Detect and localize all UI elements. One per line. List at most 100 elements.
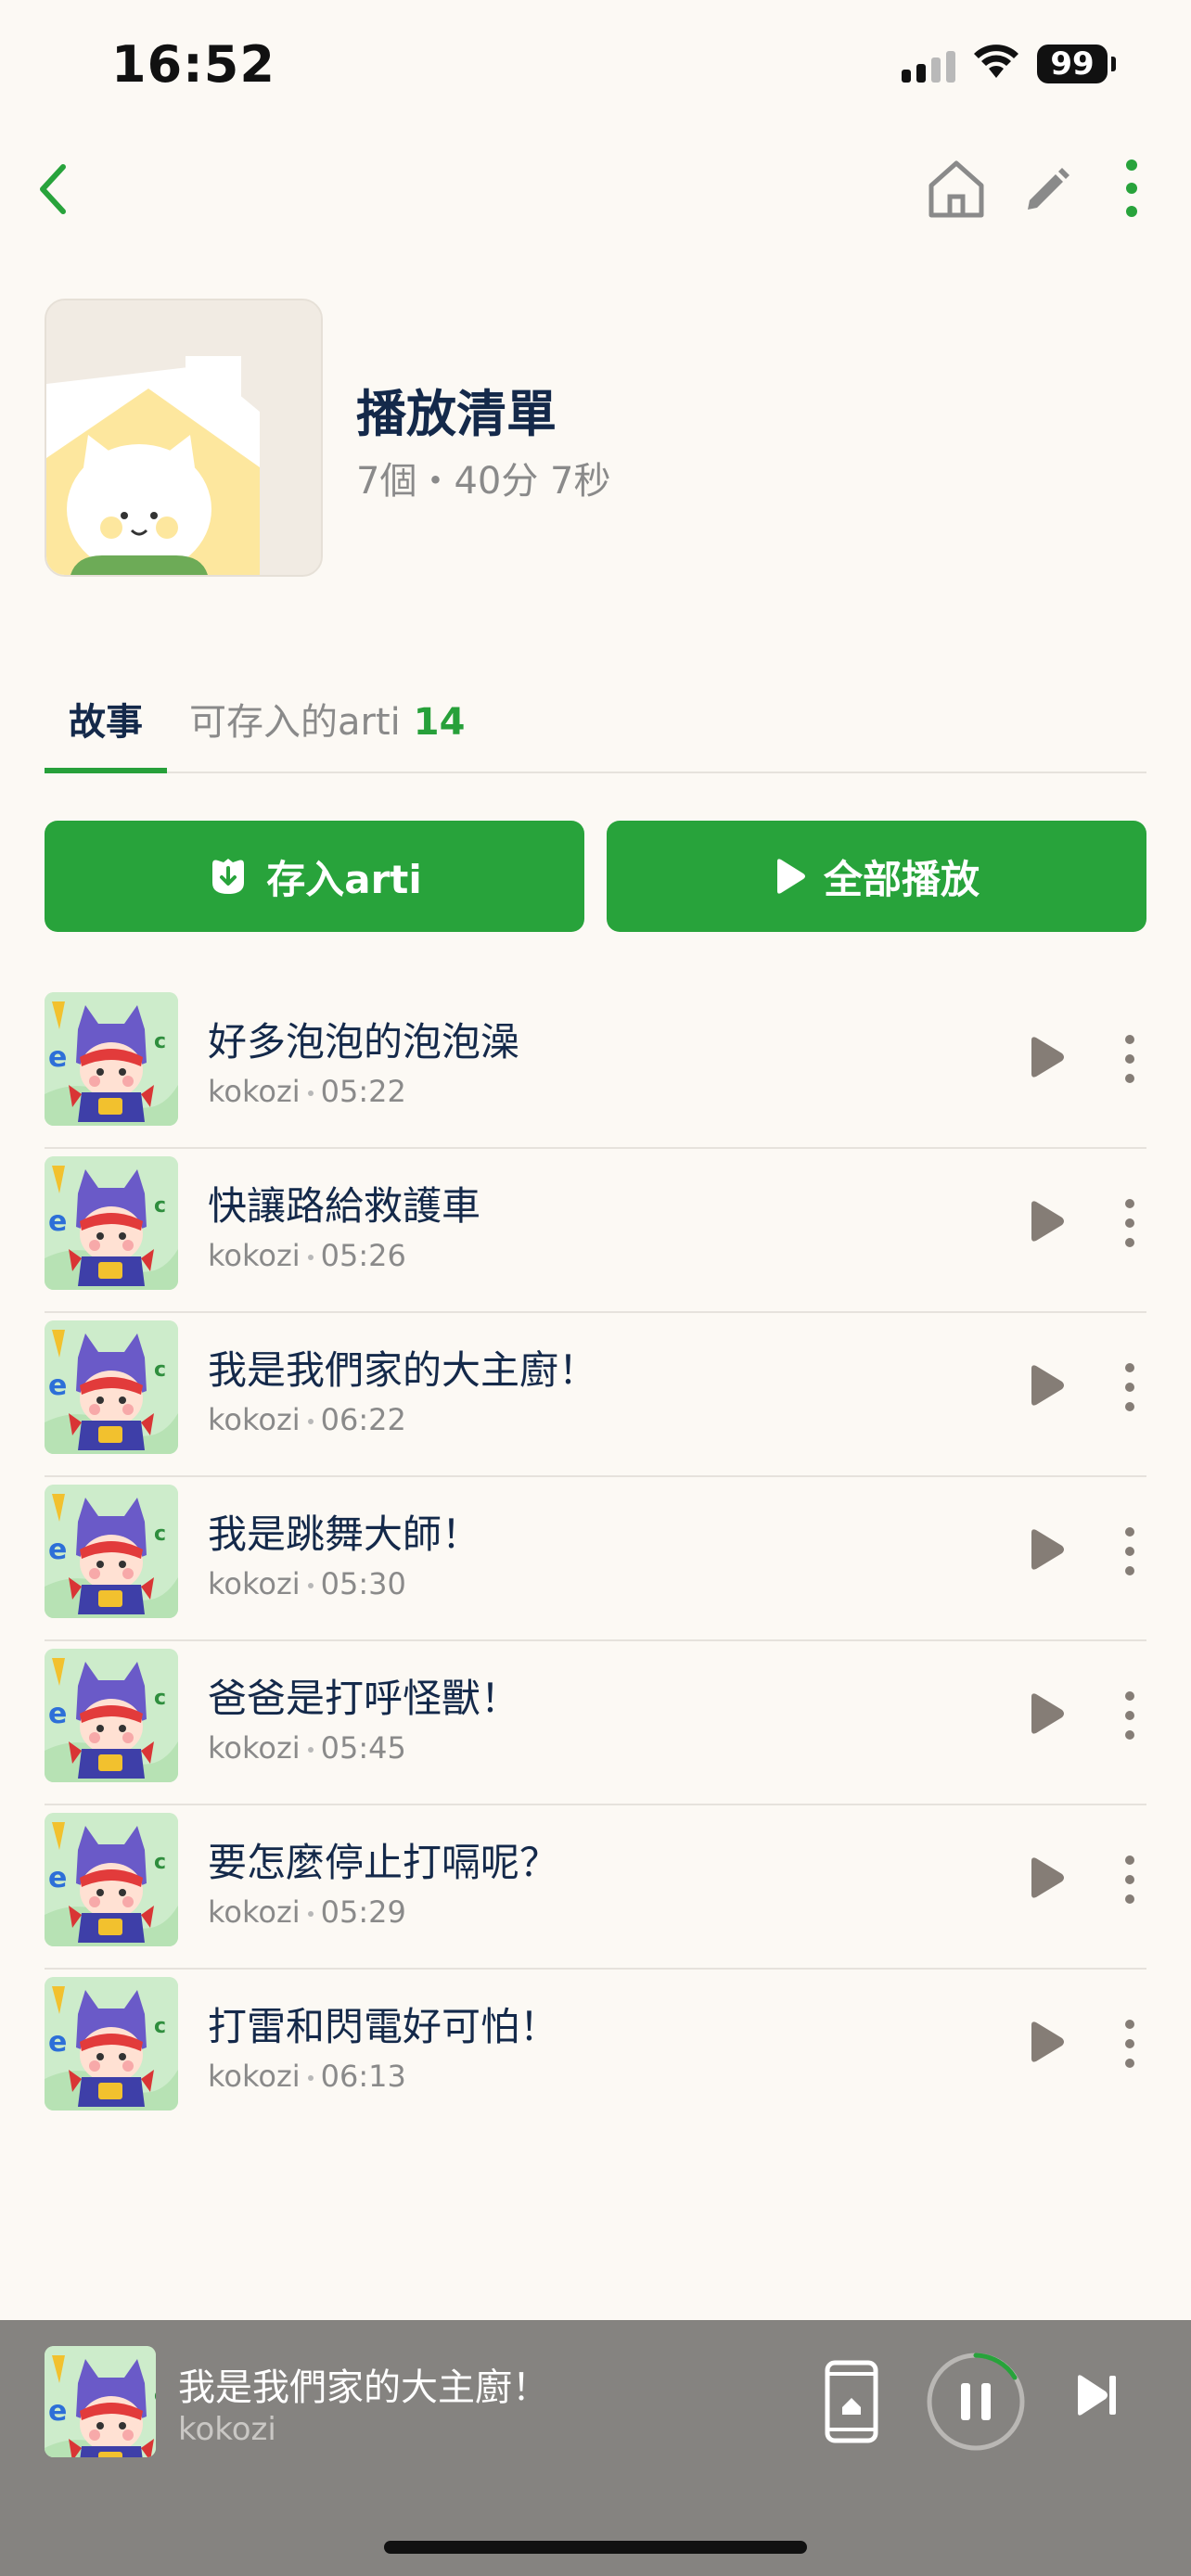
separator-dot xyxy=(307,1419,314,1424)
svg-text:c: c xyxy=(154,2015,166,2038)
home-indicator[interactable] xyxy=(384,2541,807,2554)
playlist-cover xyxy=(45,299,323,577)
track-subtitle: kokozi 05:26 xyxy=(208,1238,406,1273)
track-duration: 05:45 xyxy=(320,1730,406,1766)
tab-bar: 故事 可存入的arti 14 xyxy=(45,686,1146,773)
svg-text:e: e xyxy=(48,1862,67,1894)
now-playing-thumbnail: e c xyxy=(45,2346,156,2457)
separator-dot xyxy=(307,1255,314,1260)
track-title: 要怎麼停止打嗝呢？ xyxy=(208,1840,559,1885)
svg-text:e: e xyxy=(48,1370,67,1402)
mini-player[interactable]: e c 我是我們家的大主廚！ kokozi xyxy=(0,2320,1191,2576)
svg-text:c: c xyxy=(154,1030,166,1053)
more-icon[interactable] xyxy=(1121,158,1143,219)
track-duration: 06:22 xyxy=(320,1402,406,1437)
track-author: kokozi xyxy=(208,1074,301,1109)
track-play-icon[interactable] xyxy=(1026,1199,1067,1243)
track-row[interactable]: e c 要怎麼停止打嗝呢？ kokozi 05:29 xyxy=(45,1805,1146,1970)
track-subtitle: kokozi 05:30 xyxy=(208,1566,406,1601)
home-icon[interactable] xyxy=(924,158,989,221)
svg-text:e: e xyxy=(48,1205,67,1238)
svg-text:e: e xyxy=(48,1534,67,1566)
tab-story[interactable]: 故事 xyxy=(45,692,167,773)
track-play-icon[interactable] xyxy=(1026,1363,1067,1408)
track-row[interactable]: e c 打雷和閃電好可怕！ kokozi 06:13 xyxy=(45,1970,1146,2134)
track-author: kokozi xyxy=(208,2059,301,2094)
track-duration: 05:22 xyxy=(320,1074,406,1109)
now-playing-title: 我是我們家的大主廚！ xyxy=(178,2366,549,2409)
save-arti-icon xyxy=(212,859,245,894)
track-play-icon[interactable] xyxy=(1026,1691,1067,1736)
edit-icon[interactable] xyxy=(1018,159,1074,215)
playlist-meta: 7個・40分 7秒 xyxy=(356,460,611,503)
separator-dot xyxy=(307,1090,314,1096)
next-icon[interactable] xyxy=(1074,2372,1121,2418)
track-more-icon[interactable] xyxy=(1121,2018,1139,2070)
svg-text:e: e xyxy=(48,1041,67,1074)
status-bar: 16:52 99 xyxy=(0,0,1191,139)
track-subtitle: kokozi 06:22 xyxy=(208,1402,406,1437)
track-duration: 05:30 xyxy=(320,1566,406,1601)
track-duration: 05:26 xyxy=(320,1238,406,1273)
svg-text:e: e xyxy=(48,1698,67,1730)
separator-dot xyxy=(307,1747,314,1753)
track-author: kokozi xyxy=(208,1238,301,1273)
tab-arti[interactable]: 可存入的arti 14 xyxy=(189,692,465,746)
track-more-icon[interactable] xyxy=(1121,1361,1139,1413)
track-play-icon[interactable] xyxy=(1026,1035,1067,1079)
track-more-icon[interactable] xyxy=(1121,1854,1139,1906)
wifi-icon xyxy=(974,45,1018,78)
track-thumbnail: e c xyxy=(45,1156,178,1290)
svg-text:c: c xyxy=(154,1358,166,1382)
track-title: 我是我們家的大主廚！ xyxy=(208,1347,598,1393)
svg-text:c: c xyxy=(154,1194,166,1218)
track-title: 快讓路給救護車 xyxy=(208,1183,481,1229)
track-list: e c 好多泡泡的泡泡澡 kokozi 05:22 e c 快讓路給救護車 kokoz… xyxy=(45,985,1146,2134)
svg-text:c: c xyxy=(154,1523,166,1546)
track-author: kokozi xyxy=(208,1566,301,1601)
device-icon[interactable] xyxy=(824,2359,879,2444)
track-author: kokozi xyxy=(208,1730,301,1766)
track-duration: 05:29 xyxy=(320,1894,406,1930)
track-play-icon[interactable] xyxy=(1026,1527,1067,1572)
track-title: 我是跳舞大師！ xyxy=(208,1511,481,1557)
back-icon[interactable] xyxy=(33,161,70,217)
svg-text:c: c xyxy=(154,2384,156,2407)
track-subtitle: kokozi 05:29 xyxy=(208,1894,406,1930)
play-all-button[interactable]: 全部播放 xyxy=(607,821,1146,932)
separator-dot xyxy=(307,1911,314,1917)
track-play-icon[interactable] xyxy=(1026,1855,1067,1900)
tab-arti-label: 可存入的arti xyxy=(189,701,401,744)
track-row[interactable]: e c 快讓路給救護車 kokozi 05:26 xyxy=(45,1149,1146,1313)
track-title: 爸爸是打呼怪獸！ xyxy=(208,1676,520,1721)
track-row[interactable]: e c 我是我們家的大主廚！ kokozi 06:22 xyxy=(45,1313,1146,1477)
track-more-icon[interactable] xyxy=(1121,1690,1139,1741)
svg-text:e: e xyxy=(48,2395,67,2428)
signal-icon xyxy=(902,51,955,83)
now-playing-author: kokozi xyxy=(178,2411,276,2448)
track-subtitle: kokozi 05:22 xyxy=(208,1074,406,1109)
track-play-icon[interactable] xyxy=(1026,2020,1067,2064)
svg-text:e: e xyxy=(48,2026,67,2059)
track-author: kokozi xyxy=(208,1894,301,1930)
track-title: 好多泡泡的泡泡澡 xyxy=(208,1019,520,1065)
separator-dot xyxy=(307,2075,314,2081)
play-all-label: 全部播放 xyxy=(823,856,980,902)
track-row[interactable]: e c 爸爸是打呼怪獸！ kokozi 05:45 xyxy=(45,1641,1146,1805)
track-subtitle: kokozi 06:13 xyxy=(208,2059,406,2094)
track-thumbnail: e c xyxy=(45,1813,178,1946)
nav-bar xyxy=(0,148,1191,232)
track-more-icon[interactable] xyxy=(1121,1197,1139,1249)
track-subtitle: kokozi 05:45 xyxy=(208,1730,406,1766)
track-thumbnail: e c xyxy=(45,992,178,1126)
pause-icon[interactable] xyxy=(924,2350,1028,2454)
track-thumbnail: e c xyxy=(45,1649,178,1782)
track-thumbnail: e c xyxy=(45,1485,178,1618)
battery-icon: 99 xyxy=(1037,45,1116,83)
track-more-icon[interactable] xyxy=(1121,1033,1139,1085)
track-more-icon[interactable] xyxy=(1121,1525,1139,1577)
track-thumbnail: e c xyxy=(45,1977,178,2111)
track-row[interactable]: e c 好多泡泡的泡泡澡 kokozi 05:22 xyxy=(45,985,1146,1149)
save-arti-button[interactable]: 存入arti xyxy=(45,821,584,932)
track-row[interactable]: e c 我是跳舞大師！ kokozi 05:30 xyxy=(45,1477,1146,1641)
